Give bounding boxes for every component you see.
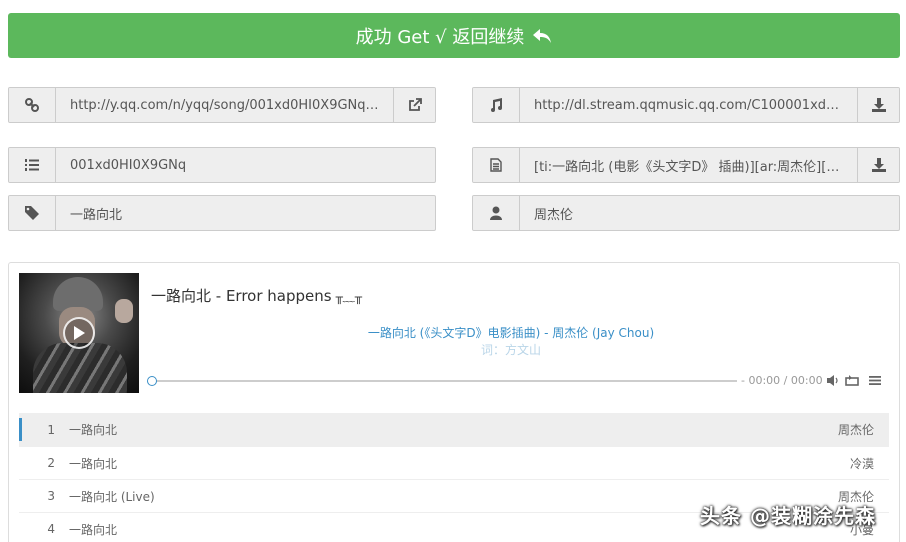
external-link-icon [408,98,422,111]
download-stream-button[interactable] [857,88,899,122]
user-icon [473,196,520,230]
volume-icon [827,375,838,386]
playlist-index: 1 [47,422,55,437]
volume-button[interactable] [827,375,839,386]
lyric-current-line: 一路向北 (《头文字D》电影插曲) - 周杰伦 (Jay Chou) [367,326,655,340]
success-return-label: 成功 Get √ 返回继续 [355,26,525,48]
player-author: ╥﹏╥ [335,290,363,304]
stream-url-field: http://dl.stream.qqmusic.qq.com/C100001x… [472,87,900,123]
music-note-icon [473,88,520,122]
playlist-index: 4 [47,522,55,536]
play-button[interactable] [63,317,95,349]
title-input[interactable]: 一路向北 [56,196,435,230]
menu-icon [869,376,881,385]
reply-icon [532,27,552,45]
album-cover[interactable] [19,273,139,393]
list-ol-icon [9,148,56,182]
download-icon [871,158,886,172]
progress-thumb[interactable] [147,376,157,386]
playlist-artist: 周杰伦 [837,423,874,437]
song-id-field: 001xd0HI0X9GNq [8,147,436,183]
title-field: 一路向北 [8,195,436,231]
file-text-icon [473,148,520,182]
tag-icon [9,196,56,230]
playlist-item[interactable]: 2 一路向北 冷漠 [19,446,889,479]
open-external-button[interactable] [393,88,435,122]
playlist-song-name: 一路向北 [69,423,118,437]
lyric-field: [ti:一路向北 (电影《头文字D》 插曲)][ar:周杰伦][al:J III… [472,147,900,183]
player-song-title: 一路向北 - Error happens ╥﹏╥ [151,285,362,306]
player-title-text: 一路向北 - Error happens [151,287,332,305]
progress-bar[interactable] [147,376,737,386]
song-url-field: http://y.qq.com/n/yqq/song/001xd0HI0X9GN… [8,87,436,123]
lyric-next-line: 词：方文山 [480,343,541,357]
playlist-toggle-button[interactable] [869,375,881,386]
time-display: - 00:00 / 00:00 [741,374,823,387]
loop-button[interactable] [845,375,859,386]
song-id-input[interactable]: 001xd0HI0X9GNq [56,148,435,182]
artist-input[interactable]: 周杰伦 [520,196,899,230]
watermark: 头条 @装糊涂先森 [700,504,876,528]
playlist-index: 2 [47,456,55,470]
stream-url-input[interactable]: http://dl.stream.qqmusic.qq.com/C100001x… [520,88,857,122]
playlist-index: 3 [47,489,55,503]
playlist-song-name: 一路向北 [69,456,118,471]
loop-icon [845,375,859,386]
playlist-artist: 冷漠 [849,456,874,471]
download-lyric-button[interactable] [857,148,899,182]
play-icon [74,326,85,340]
lyric-input[interactable]: [ti:一路向北 (电影《头文字D》 插曲)][ar:周杰伦][al:J III… [520,148,857,182]
song-url-input[interactable]: http://y.qq.com/n/yqq/song/001xd0HI0X9GN… [56,88,393,122]
playlist-item[interactable]: 1 一路向北 周杰伦 [19,413,889,446]
link-icon [9,88,56,122]
download-icon [871,98,886,112]
artist-field: 周杰伦 [472,195,900,231]
success-return-button[interactable]: 成功 Get √ 返回继续 [8,13,900,58]
